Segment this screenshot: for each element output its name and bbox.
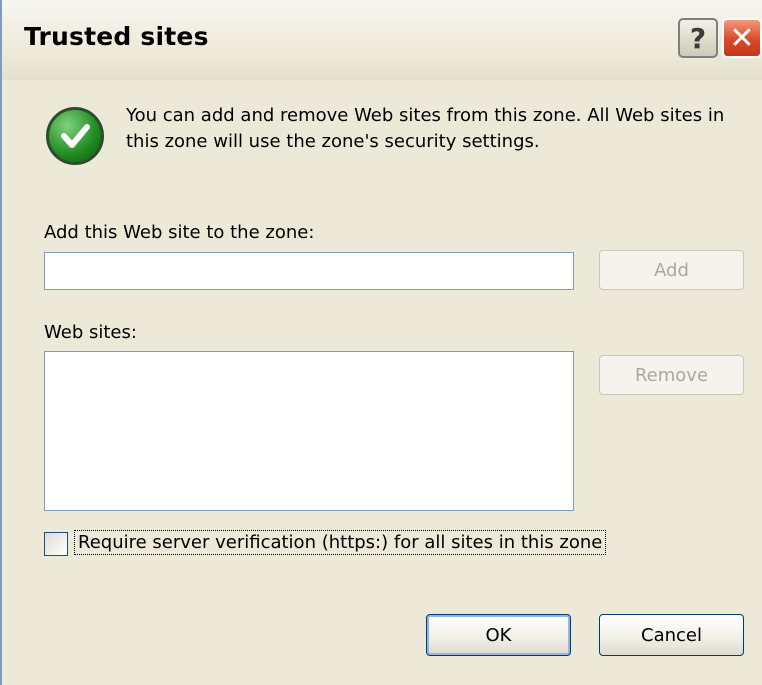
dialog-title: Trusted sites (24, 22, 209, 51)
web-sites-label: Web sites: (44, 322, 137, 343)
add-site-input[interactable] (44, 252, 574, 290)
add-button[interactable]: Add (599, 250, 744, 290)
ok-button[interactable]: OK (426, 614, 571, 656)
info-text: You can add and remove Web sites from th… (126, 105, 725, 152)
help-icon: ? (689, 21, 707, 55)
https-verification-label[interactable]: Require server verification (https:) for… (74, 530, 607, 555)
cancel-button[interactable]: Cancel (599, 614, 744, 656)
web-sites-list[interactable] (44, 351, 574, 511)
https-verification-checkbox[interactable] (44, 532, 68, 556)
close-button[interactable]: ✕ (722, 18, 762, 58)
trusted-sites-dialog: Trusted sites ? ✕ You can add and remove… (0, 0, 762, 685)
remove-button[interactable]: Remove (599, 355, 744, 395)
check-mark-glyph (61, 124, 90, 148)
add-site-label: Add this Web site to the zone: (44, 222, 314, 243)
check-icon (46, 107, 104, 165)
title-bar[interactable]: Trusted sites ? ✕ (2, 0, 762, 80)
add-site-label-text: Add this Web site to the zone: (44, 222, 315, 243)
close-icon: ✕ (729, 20, 755, 56)
help-button[interactable]: ? (678, 18, 718, 58)
